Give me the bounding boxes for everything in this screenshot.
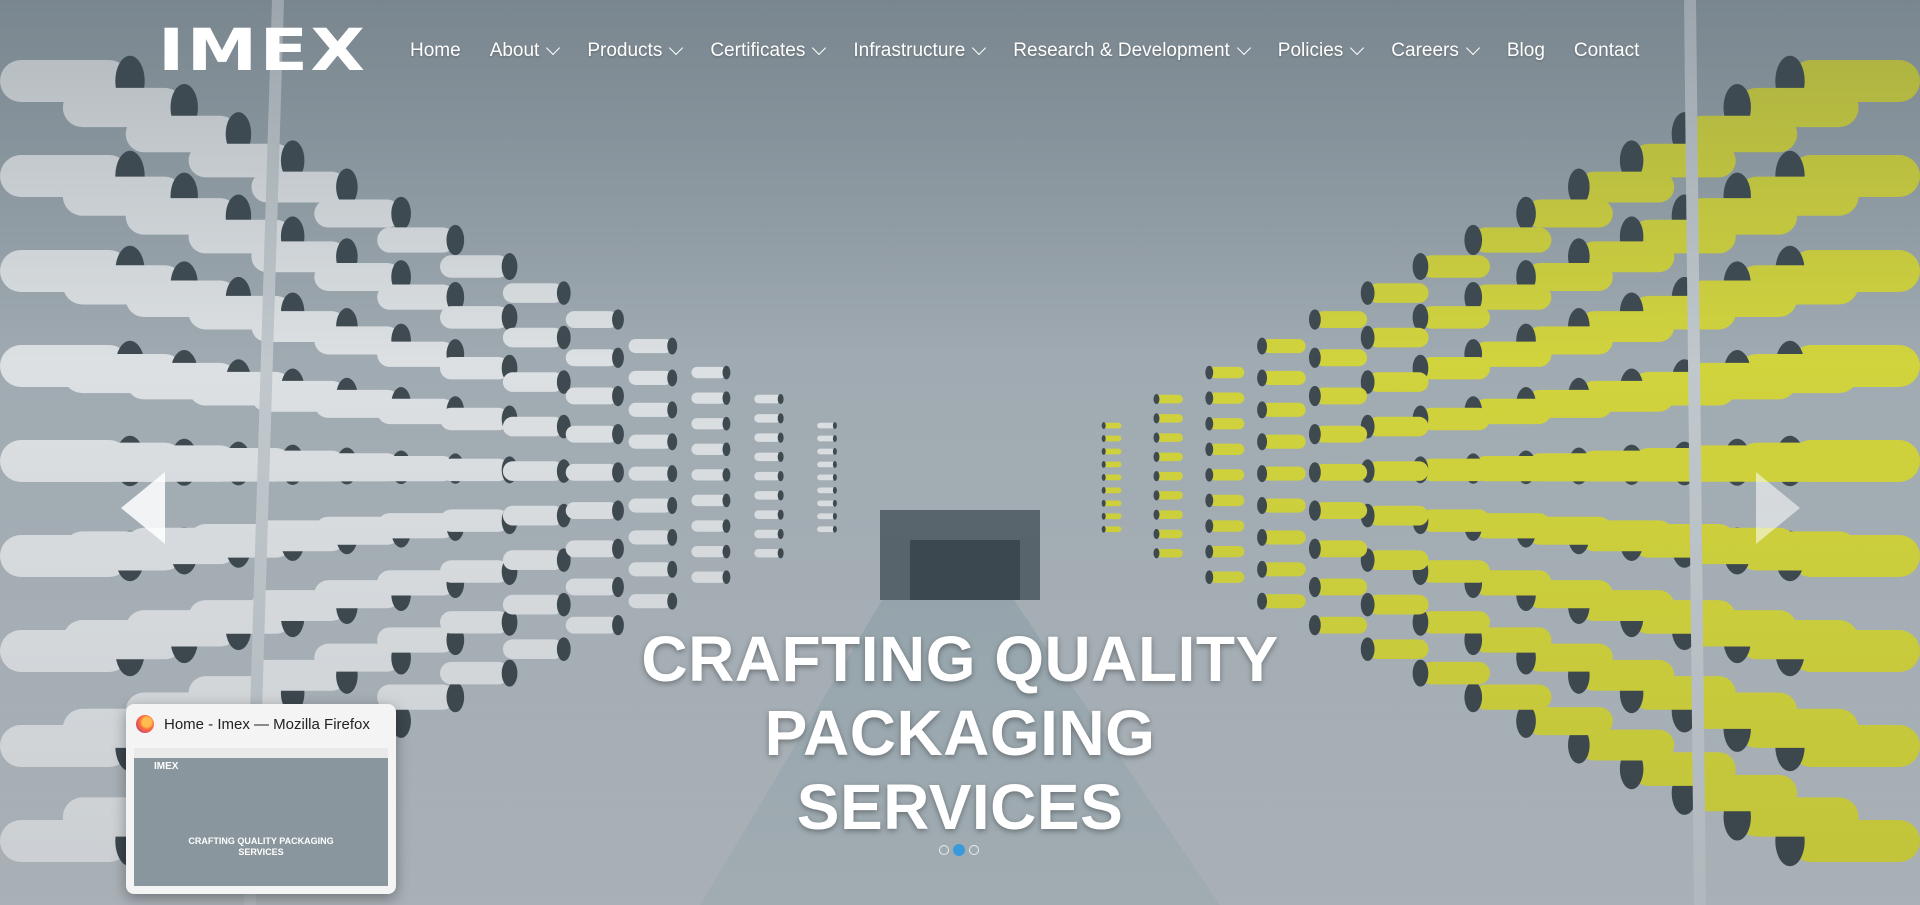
nav-item-home[interactable]: Home	[410, 40, 461, 62]
chevron-down-icon	[812, 40, 827, 56]
slider-dot-2[interactable]	[953, 844, 965, 856]
nav-item-label: Contact	[1573, 40, 1640, 61]
nav-item-infrastructure[interactable]: Infrastructure	[853, 40, 987, 62]
chevron-down-icon	[1350, 40, 1365, 56]
chevron-down-icon	[1236, 40, 1251, 56]
nav-item-label: Products	[587, 40, 663, 61]
chevron-down-icon	[1465, 40, 1480, 56]
nav-item-policies[interactable]: Policies	[1277, 40, 1365, 62]
nav-item-certificates[interactable]: Certificates	[710, 40, 827, 62]
preview-header: Home - Imex — Mozilla Firefox	[126, 704, 396, 744]
thumbnail-logo: IMEX	[154, 761, 179, 772]
firefox-icon	[136, 715, 154, 733]
nav-item-products[interactable]: Products	[587, 40, 684, 62]
chevron-down-icon	[972, 40, 987, 56]
thumbnail-headline: CRAFTING QUALITY PACKAGING SERVICES	[134, 836, 388, 858]
preview-window-title: Home - Imex — Mozilla Firefox	[164, 715, 370, 733]
nav-item-careers[interactable]: Careers	[1391, 40, 1480, 62]
hero-headline-line2: SERVICES	[796, 771, 1124, 843]
hero-headline: CRAFTING QUALITY PACKAGING SERVICES	[440, 622, 1480, 844]
imex-logo[interactable]: IMEX	[158, 20, 367, 80]
thumbnail-headline-line2: SERVICES	[238, 847, 284, 857]
preview-thumbnail: IMEX CRAFTING QUALITY PACKAGING SERVICES	[134, 748, 388, 886]
nav-item-label: Research & Development	[1013, 40, 1230, 61]
slider-dot-1[interactable]	[939, 845, 949, 855]
nav-item-about[interactable]: About	[489, 40, 561, 62]
slider-next-button[interactable]	[1756, 472, 1800, 544]
nav-item-label: Policies	[1277, 40, 1344, 61]
slider-dots	[939, 844, 983, 856]
chevron-down-icon	[669, 40, 684, 56]
hero-headline-line1: CRAFTING QUALITY PACKAGING	[641, 623, 1279, 769]
nav-item-label: Blog	[1506, 40, 1545, 61]
nav-item-contact[interactable]: Contact	[1574, 40, 1639, 62]
nav-item-blog[interactable]: Blog	[1507, 40, 1545, 62]
thumbnail-headline-line1: CRAFTING QUALITY PACKAGING	[188, 836, 334, 846]
slider-dot-3[interactable]	[969, 845, 979, 855]
thumbnail-browser-toolbar	[134, 748, 388, 758]
taskbar-window-preview[interactable]: Home - Imex — Mozilla Firefox IMEX CRAFT…	[126, 704, 396, 894]
chevron-down-icon	[546, 40, 561, 56]
nav-item-research-development[interactable]: Research & Development	[1013, 40, 1251, 62]
nav-item-label: Infrastructure	[853, 40, 966, 61]
nav-item-label: Certificates	[710, 40, 806, 61]
slider-prev-button[interactable]	[121, 472, 165, 544]
nav-item-label: Careers	[1391, 40, 1459, 61]
nav-item-label: About	[489, 40, 540, 61]
nav-item-label: Home	[410, 40, 461, 61]
main-navigation: Home About Products Certificates Infrast…	[410, 40, 1668, 62]
